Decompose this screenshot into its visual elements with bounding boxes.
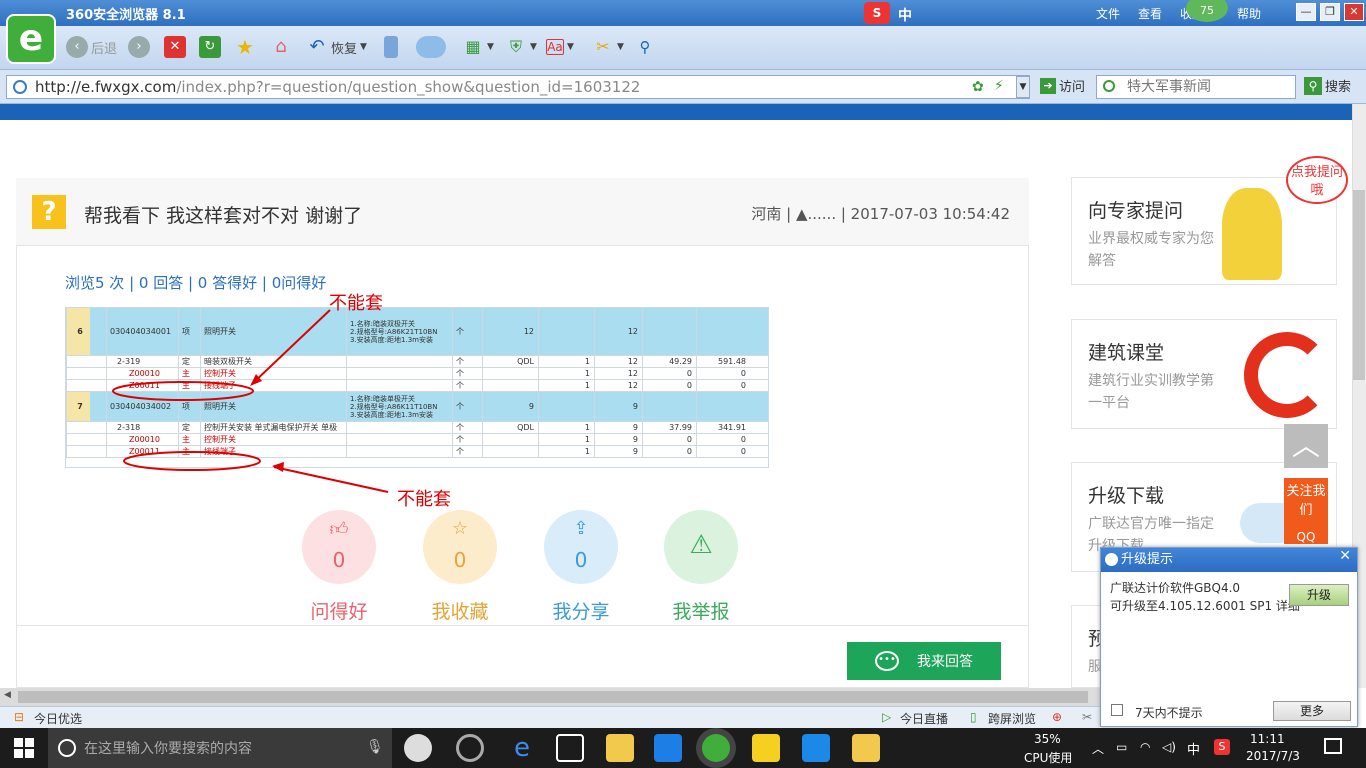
popup-line2[interactable]: 可升级至4.105.12.6001 SP1 详细	[1110, 597, 1300, 614]
taskbar-store-icon[interactable]	[556, 734, 584, 762]
search-button[interactable]: ⚲ 搜索	[1304, 76, 1351, 95]
annotation-circle-2	[123, 451, 261, 471]
action-0-button[interactable]: 👍︎ 0	[302, 510, 376, 584]
action-3-button[interactable]: ⚠	[664, 510, 738, 584]
menu-help[interactable]: 帮助	[1237, 5, 1261, 22]
annotation-arrow-2	[273, 466, 389, 493]
star-icon: ☆	[451, 518, 469, 539]
volume-icon[interactable]: ◁)	[1162, 740, 1176, 754]
add-icon[interactable]: ⊕	[1052, 710, 1062, 724]
windows-start-icon[interactable]	[14, 738, 34, 758]
annotation-arrow-1	[251, 309, 331, 385]
popup-logo-icon	[1105, 553, 1118, 566]
wifi-icon[interactable]: ◠	[1140, 740, 1150, 754]
network-icon[interactable]: ▭	[1116, 740, 1127, 754]
action-label[interactable]: 我分享	[531, 597, 631, 624]
go-arrow-icon: ➔	[1040, 77, 1056, 94]
upgrade-button[interactable]: 升级	[1289, 584, 1349, 606]
course-logo-icon	[1244, 332, 1330, 418]
menu-view[interactable]: 查看	[1138, 5, 1162, 22]
sogou-tray-icon[interactable]: S	[1214, 739, 1230, 755]
action-1-button[interactable]: ☆ 0	[423, 510, 497, 584]
action-label[interactable]: 我举报	[651, 597, 751, 624]
notification-icon[interactable]	[1324, 738, 1342, 754]
popup-close-icon[interactable]: ✕	[1339, 548, 1351, 564]
taskbar-360browser-icon[interactable]	[702, 734, 730, 762]
answer-button[interactable]: ••• 我来回答	[847, 642, 1001, 680]
microphone-icon[interactable]: 🎙	[366, 739, 384, 755]
close-button[interactable]: ✕	[1344, 3, 1364, 21]
minimize-button[interactable]: —	[1296, 3, 1316, 21]
status-today-picks[interactable]: 今日优选	[34, 710, 82, 727]
chat-icon: •••	[875, 651, 899, 671]
scrollbar-thumb-horizontal[interactable]	[18, 691, 1088, 703]
annotation-circle-1	[112, 381, 254, 401]
scrollbar-thumb[interactable]	[1353, 190, 1365, 380]
popup-header: 升级提示	[1101, 548, 1357, 572]
dont-remind-label: 7天内不提示	[1135, 706, 1203, 720]
lightning-icon[interactable]: ⚡	[994, 78, 1004, 94]
play-icon: ▷	[882, 710, 892, 724]
refresh-small-icon[interactable]: ✿	[972, 79, 984, 95]
more-button[interactable]: 更多	[1273, 701, 1351, 721]
tray-ime[interactable]: 中	[1187, 739, 1200, 758]
dont-remind-checkbox[interactable]	[1111, 704, 1123, 716]
ask-bubble[interactable]: 点我提问哦	[1286, 156, 1348, 204]
share-icon: ⇪	[573, 518, 589, 539]
search-icon: ⚲	[1304, 76, 1322, 95]
cortana-icon	[58, 739, 76, 757]
thumb-up-icon: 👍︎	[329, 519, 349, 540]
tools-icon[interactable]: ✂	[1082, 710, 1092, 724]
scroll-left-icon[interactable]: ◀	[4, 690, 11, 700]
action-count: 0	[453, 548, 467, 572]
windows-taskbar: 在这里输入你要搜索的内容 🎙 e 35% CPU使用 ︿ ▭ ◠ ◁) 中 S …	[0, 728, 1366, 768]
upgrade-popup: 升级提示 ✕ 广联达计价软件GBQ4.0 可升级至4.105.12.6001 S…	[1100, 547, 1358, 727]
status-live[interactable]: 今日直播	[900, 710, 948, 727]
status-cross-screen[interactable]: 跨屏浏览	[988, 710, 1036, 727]
cpu-percent: 35%	[1034, 732, 1061, 746]
card-divider	[16, 625, 1029, 626]
action-label[interactable]: 我收藏	[410, 597, 510, 624]
taskbar-edge-icon[interactable]: e	[508, 734, 536, 762]
warning-icon: ⚠	[689, 530, 713, 560]
taskbar-notes-icon[interactable]	[852, 734, 880, 762]
clock-date[interactable]: 2017/7/3	[1246, 749, 1300, 763]
action-label[interactable]: 问得好	[289, 597, 389, 624]
action-count: 0	[332, 548, 346, 572]
search-engine-icon	[1103, 80, 1115, 92]
visit-button[interactable]: ➔ 访问	[1040, 76, 1085, 95]
follow-us-button[interactable]: 关注我们 QQ	[1284, 478, 1328, 544]
url-dropdown[interactable]: ▼	[1016, 76, 1030, 98]
maximize-button[interactable]: ❐	[1320, 3, 1340, 21]
ime-mode[interactable]: 中	[898, 5, 912, 25]
menu-file[interactable]: 文件	[1096, 5, 1120, 22]
popup-line1: 广联达计价软件GBQ4.0	[1110, 581, 1241, 595]
horizontal-scrollbar[interactable]: ◀	[0, 688, 1100, 706]
status-bar: ⊟ 今日优选 ▷ 今日直播 ▯ 跨屏浏览 ⊕ ✂	[0, 706, 1100, 728]
sogou-icon[interactable]: S	[864, 2, 890, 24]
taskbar-app-icon[interactable]	[802, 734, 830, 762]
action-count: 0	[574, 548, 588, 572]
mascot-icon	[1222, 188, 1282, 280]
taskbar-search[interactable]: 在这里输入你要搜索的内容 🎙	[48, 728, 392, 768]
tray-chevron-icon[interactable]: ︿	[1092, 740, 1104, 757]
action-2-button[interactable]: ⇪ 0	[544, 510, 618, 584]
taskbar-app-pinwheel-icon[interactable]	[404, 734, 432, 762]
taskbar-help-icon[interactable]	[752, 734, 780, 762]
gift-icon: ⊟	[14, 710, 25, 724]
cpu-label: CPU使用	[1024, 751, 1073, 765]
annotation-arrows	[112, 309, 389, 493]
search-input[interactable]: 特大军事新闻	[1096, 75, 1296, 99]
back-to-top-button[interactable]: ︿	[1284, 424, 1328, 468]
taskbar-glodon-icon[interactable]	[654, 734, 682, 762]
clock-time[interactable]: 11:11	[1250, 732, 1285, 746]
course-box[interactable]: 建筑课堂 建筑行业实训教学第一平台	[1071, 319, 1337, 429]
phone-small-icon: ▯	[970, 710, 977, 724]
taskbar-explorer-icon[interactable]	[606, 734, 634, 762]
taskbar-app-360-icon[interactable]	[456, 734, 484, 762]
